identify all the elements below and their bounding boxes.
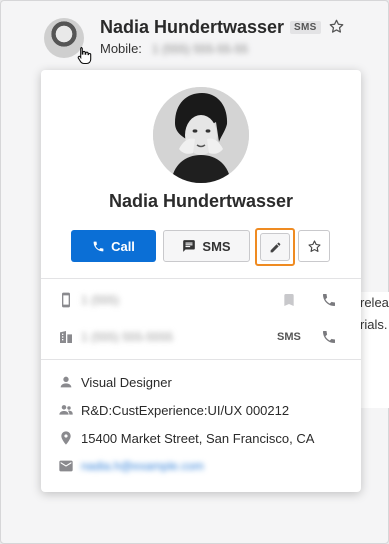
- sms-button[interactable]: SMS: [163, 230, 250, 262]
- call-button-label: Call: [111, 238, 135, 254]
- call-button[interactable]: Call: [71, 230, 156, 262]
- phone-icon: [92, 240, 105, 253]
- work-phone-sms-label[interactable]: SMS: [277, 331, 301, 343]
- divider: [41, 278, 361, 279]
- edit-button[interactable]: [255, 228, 295, 266]
- contact-card-popover: Nadia Hundertwasser Call SMS 1 (555) 1 (…: [41, 70, 361, 492]
- phone-icon[interactable]: [321, 292, 337, 308]
- work-phone-value[interactable]: 1 (555) 555-5555: [81, 330, 173, 344]
- favorite-button[interactable]: [298, 230, 330, 262]
- group-icon: [59, 405, 73, 415]
- address[interactable]: 15400 Market Street, San Francisco, CA: [81, 431, 314, 446]
- bookmark-icon[interactable]: [281, 292, 297, 308]
- mobile-label: Mobile:: [100, 41, 142, 56]
- phone-icon[interactable]: [321, 329, 337, 345]
- mobile-number[interactable]: 1 (555) 555-55-55: [152, 42, 248, 56]
- background-text-line: relea: [360, 295, 389, 310]
- building-icon: [60, 331, 72, 343]
- avatar-photo: [153, 87, 249, 183]
- mail-icon: [59, 460, 73, 472]
- star-outline-icon[interactable]: [328, 18, 345, 35]
- contact-name[interactable]: Nadia Hundertwasser: [100, 17, 284, 38]
- background-text-line: rials.: [360, 317, 388, 332]
- card-avatar: [153, 87, 249, 183]
- star-outline-icon: [307, 239, 321, 252]
- pencil-icon: [270, 242, 280, 252]
- mobile-phone-icon: [62, 292, 70, 308]
- person-icon: [60, 376, 72, 388]
- sms-button-label: SMS: [202, 238, 231, 254]
- hand-cursor-icon: [77, 46, 92, 65]
- department: R&D:CustExperience:UI/UX 000212: [81, 403, 290, 418]
- job-title: Visual Designer: [81, 375, 172, 390]
- card-contact-name: Nadia Hundertwasser: [108, 191, 294, 211]
- edit-button-inner[interactable]: [260, 233, 290, 261]
- mobile-phone-value[interactable]: 1 (555): [81, 293, 119, 307]
- background-text: relea rials.: [360, 292, 389, 408]
- sms-badge: SMS: [290, 21, 321, 34]
- email-link[interactable]: nadia.h@example.com: [81, 459, 204, 473]
- divider: [41, 359, 361, 360]
- location-pin-icon: [61, 431, 71, 445]
- message-icon: [182, 239, 196, 253]
